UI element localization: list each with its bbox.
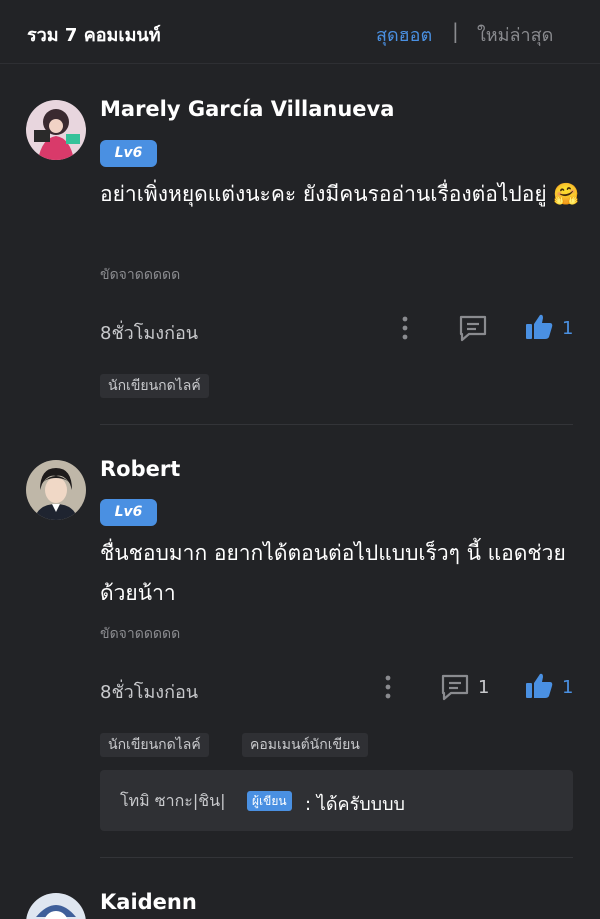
comments-header: รวม 7 คอมเมนท์ สุดฮอต | ใหม่ล่าสุด — [0, 0, 600, 64]
comment-icon[interactable] — [458, 314, 488, 342]
comment-count: รวม 7 คอมเมนท์ — [27, 25, 161, 46]
reply-author-name: โทมิ ซากะ|ชิน| — [120, 791, 226, 810]
comment-text: อย่าเพิ่งหยุดแต่งนะคะ ยังมีคนรออ่านเรื่อ… — [100, 182, 580, 206]
sort-newest-tab[interactable]: ใหม่ล่าสุด — [477, 20, 553, 49]
comment-subtext: ขัดจาดดดดด — [100, 267, 181, 283]
comment-subtext: ขัดจาดดดดด — [100, 626, 181, 642]
reply-text: : ได้ครับบบบ — [305, 794, 405, 815]
like-count: 1 — [562, 677, 574, 698]
sort-divider: | — [452, 19, 459, 43]
level-badge: Lv6 — [100, 140, 157, 167]
comment-text: ชื่นชอบมาก อยากได้ตอนต่อไปแบบเร็วๆ นี้ แ… — [100, 541, 566, 605]
comment-divider — [100, 857, 573, 858]
comment-username[interactable]: Kaidenn — [100, 890, 197, 914]
comment-divider — [100, 424, 573, 425]
author-reply[interactable]: โทมิ ซากะ|ชิน| ผู้เขียน : ได้ครับบบบ — [100, 770, 573, 831]
thumbs-up-icon[interactable] — [524, 313, 554, 341]
comment-icon[interactable] — [440, 673, 470, 701]
avatar[interactable] — [26, 893, 86, 919]
avatar[interactable] — [26, 100, 86, 160]
more-vertical-icon[interactable] — [378, 674, 398, 700]
avatar[interactable] — [26, 460, 86, 520]
sort-hot-tab[interactable]: สุดฮอต — [376, 20, 432, 49]
author-liked-tag: นักเขียนกดไลค์ — [100, 374, 209, 398]
level-badge: Lv6 — [100, 499, 157, 526]
like-count: 1 — [562, 318, 574, 339]
more-vertical-icon[interactable] — [395, 315, 415, 341]
comment-username[interactable]: Marely García Villanueva — [100, 97, 394, 121]
reply-count: 1 — [478, 677, 490, 698]
comment-time: 8ชั่วโมงก่อน — [100, 323, 199, 344]
thumbs-up-icon[interactable] — [524, 672, 554, 700]
writer-badge: ผู้เขียน — [247, 791, 292, 811]
author-liked-tag: นักเขียนกดไลค์ — [100, 733, 209, 757]
author-commented-tag: คอมเมนต์นักเขียน — [242, 733, 368, 757]
comment-time: 8ชั่วโมงก่อน — [100, 682, 199, 703]
comment-username[interactable]: Robert — [100, 457, 180, 481]
